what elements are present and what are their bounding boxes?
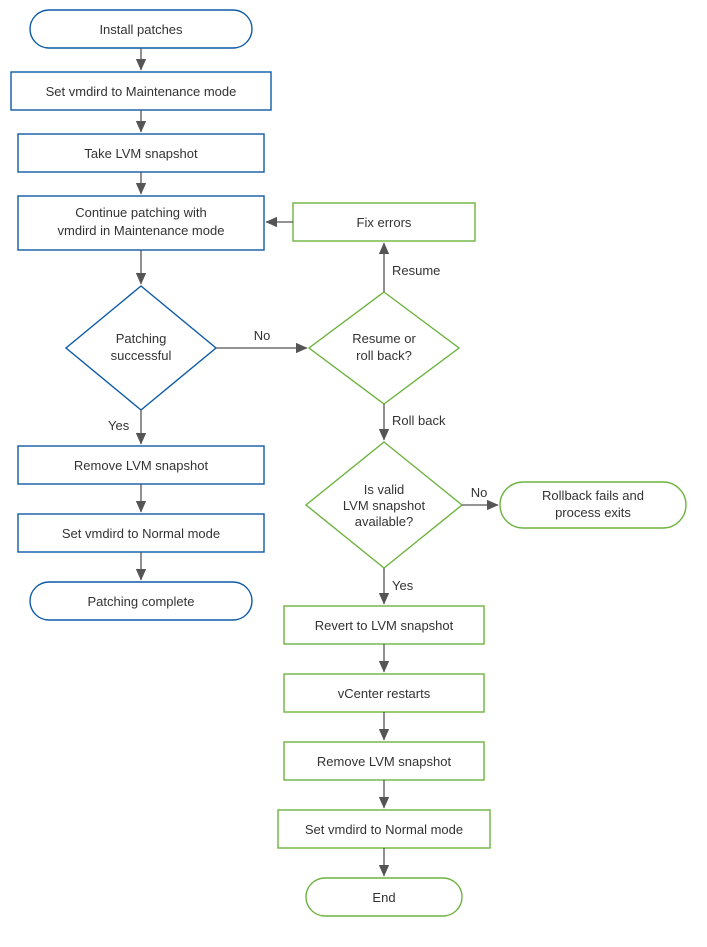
node-normal2: Set vmdird to Normal mode: [278, 810, 490, 848]
svg-text:Install patches: Install patches: [99, 22, 183, 37]
svg-text:Fix errors: Fix errors: [357, 215, 412, 230]
svg-text:Rollback fails and: Rollback fails and: [542, 488, 644, 503]
node-remove2: Remove LVM snapshot: [284, 742, 484, 780]
svg-text:Continue patching with: Continue patching with: [75, 205, 207, 220]
node-done: Patching complete: [30, 582, 252, 620]
node-end: End: [306, 878, 462, 916]
svg-text:Patching: Patching: [116, 331, 167, 346]
node-take: Take LVM snapshot: [18, 134, 264, 172]
node-restart: vCenter restarts: [284, 674, 484, 712]
label-rollback: Roll back: [392, 413, 446, 428]
flowchart-canvas: Install patches Set vmdird to Maintenanc…: [0, 0, 707, 947]
svg-text:Is valid: Is valid: [364, 482, 404, 497]
svg-text:Remove LVM snapshot: Remove LVM snapshot: [74, 458, 209, 473]
svg-text:Remove LVM snapshot: Remove LVM snapshot: [317, 754, 452, 769]
svg-text:process exits: process exits: [555, 505, 631, 520]
svg-text:successful: successful: [111, 348, 172, 363]
node-maint: Set vmdird to Maintenance mode: [11, 72, 271, 110]
label-no1: No: [254, 328, 271, 343]
svg-text:End: End: [372, 890, 395, 905]
svg-text:Revert to LVM snapshot: Revert to LVM snapshot: [315, 618, 454, 633]
node-resume: Resume or roll back?: [309, 292, 459, 404]
svg-text:available?: available?: [355, 514, 414, 529]
node-fix: Fix errors: [293, 203, 475, 241]
svg-text:vmdird in Maintenance mode: vmdird in Maintenance mode: [58, 223, 225, 238]
label-yes1: Yes: [108, 418, 130, 433]
label-no2: No: [471, 485, 488, 500]
node-install: Install patches: [30, 10, 252, 48]
label-resume: Resume: [392, 263, 440, 278]
node-patching: Patching successful: [66, 286, 216, 410]
node-continue: Continue patching with vmdird in Mainten…: [18, 196, 264, 250]
svg-text:Resume or: Resume or: [352, 331, 416, 346]
svg-text:Patching complete: Patching complete: [88, 594, 195, 609]
svg-text:Set vmdird to Maintenance mode: Set vmdird to Maintenance mode: [46, 84, 237, 99]
svg-text:Set vmdird to Normal mode: Set vmdird to Normal mode: [305, 822, 463, 837]
label-yes2: Yes: [392, 578, 414, 593]
svg-text:LVM snapshot: LVM snapshot: [343, 498, 426, 513]
svg-text:Set vmdird to Normal mode: Set vmdird to Normal mode: [62, 526, 220, 541]
svg-text:Take LVM snapshot: Take LVM snapshot: [84, 146, 198, 161]
node-revert: Revert to LVM snapshot: [284, 606, 484, 644]
svg-text:vCenter restarts: vCenter restarts: [338, 686, 431, 701]
svg-text:roll back?: roll back?: [356, 348, 412, 363]
node-remove1: Remove LVM snapshot: [18, 446, 264, 484]
node-valid: Is valid LVM snapshot available?: [306, 442, 462, 568]
node-normal1: Set vmdird to Normal mode: [18, 514, 264, 552]
node-fail: Rollback fails and process exits: [500, 482, 686, 528]
